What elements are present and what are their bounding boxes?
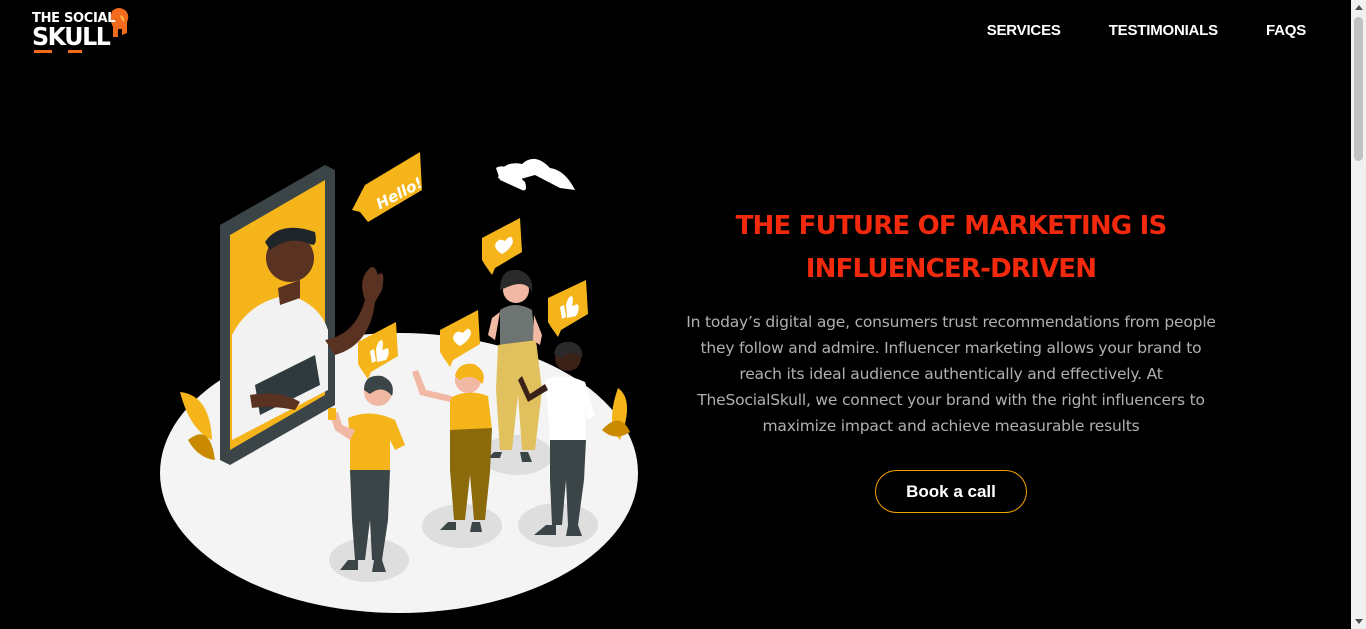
like-reaction-icon <box>548 280 588 337</box>
scroll-up-arrow-icon[interactable] <box>1354 5 1363 10</box>
nav-testimonials[interactable]: TESTIMONIALS <box>1109 22 1218 39</box>
hero-description: In today’s digital age, consumers trust … <box>686 313 1216 435</box>
hero-title-line2: INFLUENCER-DRIVEN <box>805 254 1097 284</box>
logo-underline <box>34 50 82 53</box>
hero-section: THE FUTURE OF MARKETING IS INFLUENCER-DR… <box>680 205 1222 513</box>
book-call-button[interactable]: Book a call <box>875 470 1027 513</box>
influencer-illustration: Hello! <box>160 152 638 613</box>
nav-faqs[interactable]: FAQS <box>1266 22 1306 39</box>
landing-page: THE SOCIAL SKULL SERVICES TESTIMONIALS F… <box>0 0 1366 629</box>
main-nav: SERVICES TESTIMONIALS FAQS <box>987 22 1307 39</box>
hero-title: THE FUTURE OF MARKETING IS INFLUENCER-DR… <box>680 205 1222 291</box>
page-scrollbar[interactable] <box>1351 0 1366 629</box>
brand-logo[interactable]: THE SOCIAL SKULL <box>32 7 132 57</box>
scroll-down-arrow-icon[interactable] <box>1354 619 1363 624</box>
logo-text-bottom: SKULL <box>32 22 111 51</box>
heart-reaction-icon <box>482 218 522 275</box>
hello-speech-bubble: Hello! <box>352 152 426 222</box>
scroll-thumb[interactable] <box>1354 17 1363 161</box>
cloud-icon <box>496 158 575 191</box>
nav-services[interactable]: SERVICES <box>987 22 1061 39</box>
hero-title-line1: THE FUTURE OF MARKETING IS <box>735 211 1168 241</box>
